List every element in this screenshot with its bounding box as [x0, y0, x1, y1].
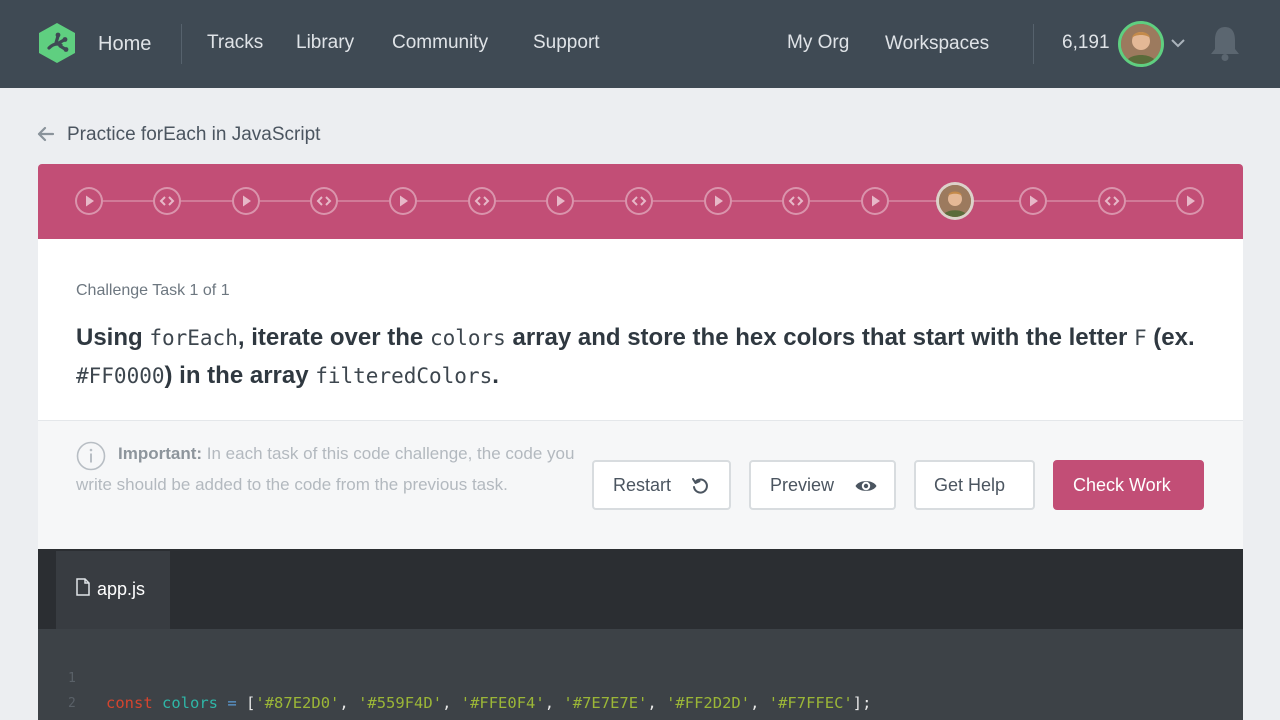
- prompt-text: array and store the hex colors that star…: [505, 324, 1134, 351]
- line-number: 3: [68, 716, 88, 720]
- prompt-code: forEach: [149, 326, 238, 350]
- stage-step-practice[interactable]: [625, 187, 653, 215]
- back-arrow-icon[interactable]: [36, 124, 56, 144]
- action-bar: Important: In each task of this code cha…: [38, 421, 1243, 549]
- treehouse-logo-icon[interactable]: [36, 22, 78, 64]
- code-icon: [1104, 196, 1120, 206]
- file-icon: [76, 578, 90, 596]
- prompt-code: filteredColors: [315, 364, 493, 388]
- code-area[interactable]: 1 const colors = ['#87E2D0', '#559F4D', …: [38, 629, 1243, 720]
- code-text: const colors = ['#87E2D0', '#559F4D', '#…: [106, 694, 872, 712]
- stage-step-practice[interactable]: [310, 187, 338, 215]
- stage-step-current[interactable]: [936, 182, 974, 220]
- play-icon: [872, 195, 880, 207]
- prompt-text: Using: [76, 324, 150, 351]
- code-icon: [159, 196, 175, 206]
- stage-step-practice[interactable]: [1098, 187, 1126, 215]
- code-string: '#FF2D2D': [666, 694, 751, 712]
- nav-library[interactable]: Library: [296, 30, 354, 56]
- check-work-button[interactable]: Check Work: [1053, 460, 1204, 510]
- prompt-code: #FF0000: [76, 364, 165, 388]
- challenge-prompt: Using forEach, iterate over the colors a…: [76, 319, 1206, 395]
- play-icon: [400, 195, 408, 207]
- play-icon: [1187, 195, 1195, 207]
- code-string: '#87E2D0': [255, 694, 340, 712]
- code-text: let filteredColors = [];: [106, 716, 330, 720]
- code-icon: [631, 196, 647, 206]
- code-icon: [316, 196, 332, 206]
- nav-my-org[interactable]: My Org: [787, 30, 849, 56]
- play-icon: [86, 195, 94, 207]
- stage-step-practice[interactable]: [782, 187, 810, 215]
- nav-divider: [1033, 24, 1034, 64]
- stage-step-video[interactable]: [232, 187, 260, 215]
- code-line: 1 const colors = ['#87E2D0', '#559F4D', …: [38, 641, 871, 712]
- task-counter: Challenge Task 1 of 1: [76, 282, 230, 299]
- stage-step-video[interactable]: [389, 187, 417, 215]
- prompt-text: .: [492, 362, 499, 389]
- important-label: Important:: [118, 444, 203, 463]
- code-punctuation: ];: [852, 694, 872, 712]
- prompt-code: F: [1133, 326, 1147, 350]
- important-notice: Important: In each task of this code cha…: [76, 439, 576, 500]
- code-operator: =: [227, 694, 237, 712]
- stage-step-video[interactable]: [75, 187, 103, 215]
- bell-icon[interactable]: [1208, 24, 1242, 62]
- nav-home[interactable]: Home: [98, 31, 151, 57]
- get-help-button[interactable]: Get Help: [914, 460, 1035, 510]
- breadcrumb-title[interactable]: Practice forEach in JavaScript: [67, 122, 320, 148]
- stage-step-video[interactable]: [546, 187, 574, 215]
- editor-tab-strip: app.js: [38, 549, 1243, 629]
- stage-step-video[interactable]: [1019, 187, 1047, 215]
- chevron-down-icon[interactable]: [1170, 36, 1186, 50]
- code-keyword: const: [106, 694, 153, 712]
- stage-step-video[interactable]: [861, 187, 889, 215]
- play-icon: [557, 195, 565, 207]
- check-work-label: Check Work: [1073, 475, 1171, 495]
- code-line: 3: [38, 691, 94, 716]
- get-help-label: Get Help: [934, 475, 1006, 495]
- code-icon: [474, 196, 490, 206]
- play-icon: [715, 195, 723, 207]
- code-editor: app.js 1 const colors = ['#87E2D0', '#55…: [38, 549, 1243, 720]
- preview-label: Preview: [770, 475, 835, 495]
- code-punctuation: [: [246, 694, 256, 712]
- preview-button[interactable]: Preview: [749, 460, 896, 510]
- prompt-code: colors: [429, 326, 506, 350]
- code-icon: [788, 196, 804, 206]
- code-variable: colors: [162, 694, 219, 712]
- code-string: '#F7FFEC': [768, 694, 853, 712]
- prompt-text: (ex.: [1146, 324, 1195, 351]
- nav-tracks[interactable]: Tracks: [207, 30, 263, 56]
- eye-icon: [855, 481, 877, 491]
- prompt-text: ) in the array: [164, 362, 316, 389]
- prompt-text: , iterate over the: [237, 324, 430, 351]
- code-string: '#FFE0F4': [460, 694, 545, 712]
- file-tab-app-js[interactable]: app.js: [56, 551, 170, 629]
- code-line: 2 let filteredColors = [];: [38, 666, 330, 720]
- stage-step-practice[interactable]: [468, 187, 496, 215]
- play-icon: [243, 195, 251, 207]
- current-avatar-icon: [939, 185, 971, 217]
- nav-divider: [181, 24, 182, 64]
- restart-icon: [692, 478, 708, 494]
- stage-step-video[interactable]: [704, 187, 732, 215]
- nav-workspaces[interactable]: Workspaces: [885, 31, 989, 57]
- stage-step-video[interactable]: [1176, 187, 1204, 215]
- restart-button[interactable]: Restart: [592, 460, 731, 510]
- stage-step-practice[interactable]: [153, 187, 181, 215]
- nav-support[interactable]: Support: [533, 30, 600, 56]
- user-avatar[interactable]: [1118, 21, 1164, 67]
- play-icon: [1030, 195, 1038, 207]
- points-count[interactable]: 6,191: [1062, 30, 1110, 56]
- challenge-card: Challenge Task 1 of 1 Using forEach, ite…: [38, 239, 1243, 421]
- stage-progress-bar: [38, 164, 1243, 239]
- top-nav: Home Tracks Library Community Support My…: [0, 0, 1280, 88]
- restart-label: Restart: [613, 475, 672, 495]
- code-string: '#559F4D': [358, 694, 443, 712]
- code-string: '#7E7E7E': [563, 694, 648, 712]
- file-tab-label: app.js: [97, 579, 146, 599]
- nav-community[interactable]: Community: [392, 30, 488, 56]
